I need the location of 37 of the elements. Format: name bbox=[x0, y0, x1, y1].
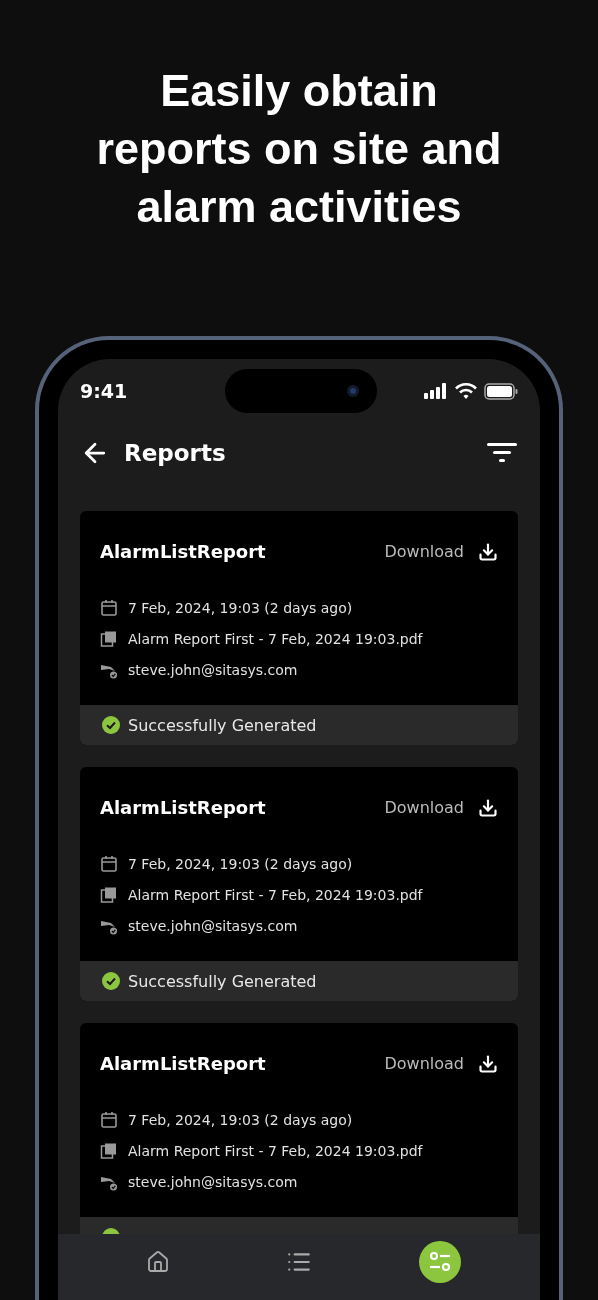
calendar-icon bbox=[100, 1110, 118, 1129]
file-icon bbox=[100, 629, 118, 648]
report-email: steve.john@sitasys.com bbox=[128, 661, 298, 678]
download-icon bbox=[478, 797, 498, 818]
download-button[interactable]: Download bbox=[384, 541, 498, 562]
download-button[interactable]: Download bbox=[384, 797, 498, 818]
report-title: AlarmListReport bbox=[100, 797, 266, 818]
report-date: 7 Feb, 2024, 19:03 (2 days ago) bbox=[128, 855, 353, 872]
download-icon bbox=[478, 1053, 498, 1074]
download-button[interactable]: Download bbox=[384, 1053, 498, 1074]
headline: Easily obtain bbox=[160, 64, 438, 118]
report-file: Alarm Report First - 7 Feb, 2024 19:03.pdf bbox=[128, 1142, 423, 1159]
calendar-icon bbox=[100, 598, 118, 617]
camera-icon bbox=[346, 385, 359, 397]
report-date: 7 Feb, 2024, 19:03 (2 days ago) bbox=[128, 1111, 353, 1128]
report-file: Alarm Report First - 7 Feb, 2024 19:03.pdf bbox=[128, 630, 423, 647]
status-text: Successfully Generated bbox=[128, 971, 317, 991]
status-time: 9:41 bbox=[80, 380, 128, 402]
toggles-icon bbox=[418, 1241, 461, 1283]
report-email: steve.john@sitasys.com bbox=[128, 1173, 298, 1190]
file-icon bbox=[100, 1141, 118, 1160]
report-date: 7 Feb, 2024, 19:03 (2 days ago) bbox=[128, 599, 353, 616]
wifi-icon bbox=[455, 383, 477, 399]
battery-icon bbox=[484, 382, 518, 400]
report-title: AlarmListReport bbox=[100, 541, 266, 562]
report-file: Alarm Report First - 7 Feb, 2024 19:03.pdf bbox=[128, 886, 423, 903]
filter-button[interactable] bbox=[486, 441, 518, 465]
status-text: Successfully Generated bbox=[128, 715, 317, 735]
page-title: Reports bbox=[124, 440, 227, 466]
download-icon bbox=[478, 541, 498, 562]
report-title: AlarmListReport bbox=[100, 1053, 266, 1074]
calendar-icon bbox=[100, 854, 118, 873]
report-email: steve.john@sitasys.com bbox=[128, 917, 298, 934]
headline: reports on site and bbox=[96, 122, 502, 176]
file-icon bbox=[100, 885, 118, 904]
signal-icon bbox=[424, 383, 448, 399]
headline: alarm activities bbox=[136, 180, 462, 234]
